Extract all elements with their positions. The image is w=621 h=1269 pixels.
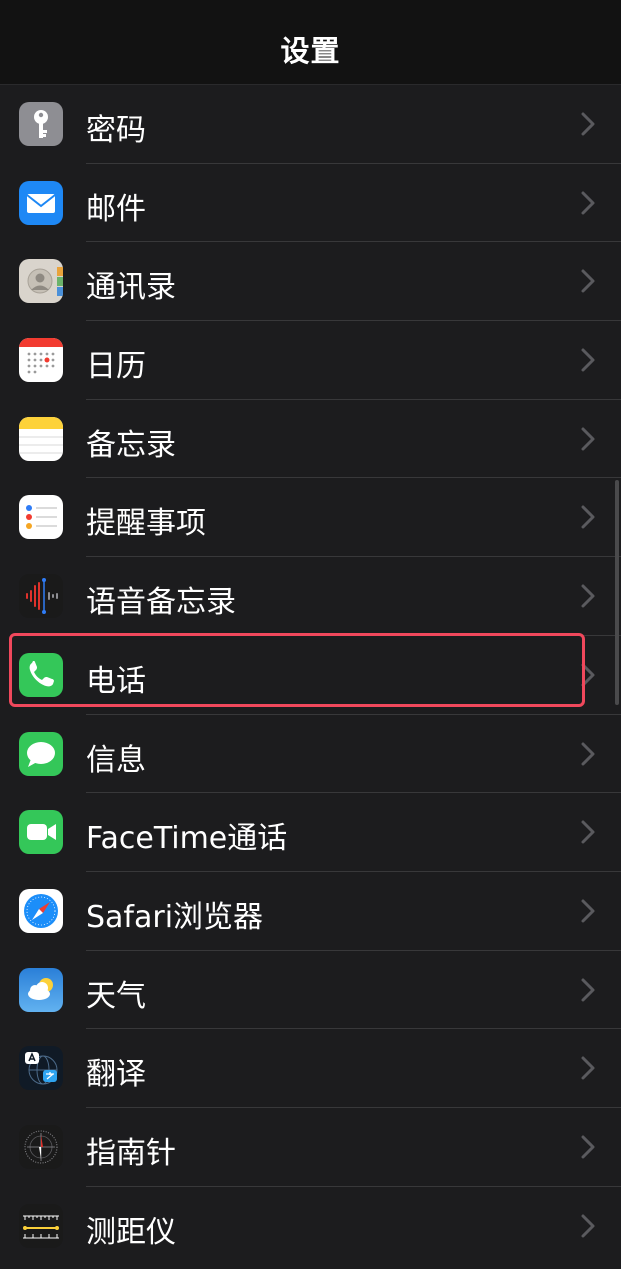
chevron-right-icon xyxy=(577,1133,599,1161)
settings-row-voice-memos[interactable]: 语音备忘录 xyxy=(0,557,621,636)
measure-icon xyxy=(19,1203,63,1248)
messages-icon xyxy=(19,731,63,776)
scrollbar[interactable] xyxy=(615,480,619,705)
chevron-right-icon xyxy=(577,897,599,925)
settings-row-label: 指南针 xyxy=(86,1135,176,1171)
chevron-right-icon xyxy=(577,740,599,768)
settings-row-label: 通讯录 xyxy=(86,270,176,306)
chevron-right-icon xyxy=(577,110,599,138)
settings-row-label: FaceTime通话 xyxy=(86,821,288,857)
settings-row-label: 翻译 xyxy=(86,1057,146,1093)
settings-row-label: 备忘录 xyxy=(86,427,176,463)
chevron-right-icon xyxy=(577,1212,599,1240)
reminders-icon xyxy=(19,495,63,540)
settings-row-label: Safari浏览器 xyxy=(86,899,264,935)
settings-list: 密码 邮件 通讯录 日历 备忘录 提醒事项 语音备忘录 电话 信息 FaceTi… xyxy=(0,85,621,1265)
page-title: 设置 xyxy=(280,34,341,68)
settings-row-label: 语音备忘录 xyxy=(86,585,236,621)
settings-row-weather[interactable]: 天气 xyxy=(0,951,621,1030)
settings-row-notes[interactable]: 备忘录 xyxy=(0,400,621,479)
navigation-bar: 设置 xyxy=(0,0,621,85)
settings-row-compass[interactable]: 指南针 xyxy=(0,1108,621,1187)
compass-icon xyxy=(19,1124,63,1169)
chevron-right-icon xyxy=(577,503,599,531)
settings-row-calendar[interactable]: 日历 xyxy=(0,321,621,400)
facetime-icon xyxy=(19,810,63,855)
settings-row-label: 天气 xyxy=(86,978,146,1014)
settings-row-facetime[interactable]: FaceTime通话 xyxy=(0,793,621,872)
notes-icon xyxy=(19,416,63,461)
settings-row-label: 提醒事项 xyxy=(86,506,206,542)
voice-memos-icon xyxy=(19,574,63,619)
settings-row-label: 日历 xyxy=(86,349,146,385)
calendar-icon xyxy=(19,338,63,383)
chevron-right-icon xyxy=(577,267,599,295)
settings-row-contacts[interactable]: 通讯录 xyxy=(0,242,621,322)
weather-icon xyxy=(19,967,63,1012)
chevron-right-icon xyxy=(577,976,599,1004)
chevron-right-icon xyxy=(577,346,599,374)
settings-row-translate[interactable]: 翻译 xyxy=(0,1029,621,1108)
phone-icon xyxy=(19,652,63,697)
translate-icon xyxy=(19,1046,63,1091)
settings-row-mail[interactable]: 邮件 xyxy=(0,164,621,243)
settings-row-label: 邮件 xyxy=(86,191,146,227)
key-icon xyxy=(19,102,63,146)
chevron-right-icon xyxy=(577,582,599,610)
settings-row-label: 测距仪 xyxy=(86,1214,176,1250)
settings-row-phone[interactable]: 电话 xyxy=(0,636,621,715)
settings-row-measure[interactable]: 测距仪 xyxy=(0,1187,621,1266)
safari-icon xyxy=(19,888,63,933)
settings-row-safari[interactable]: Safari浏览器 xyxy=(0,872,621,951)
settings-row-label: 信息 xyxy=(86,742,146,778)
chevron-right-icon xyxy=(577,425,599,453)
chevron-right-icon xyxy=(577,189,599,217)
settings-row-label: 电话 xyxy=(86,663,146,699)
settings-row-messages[interactable]: 信息 xyxy=(0,715,621,794)
settings-row-passwords[interactable]: 密码 xyxy=(0,85,621,164)
contacts-icon xyxy=(19,259,63,304)
settings-row-reminders[interactable]: 提醒事项 xyxy=(0,478,621,558)
chevron-right-icon xyxy=(577,1054,599,1082)
mail-icon xyxy=(19,180,63,225)
chevron-right-icon xyxy=(577,661,599,689)
chevron-right-icon xyxy=(577,818,599,846)
settings-row-label: 密码 xyxy=(86,113,146,148)
